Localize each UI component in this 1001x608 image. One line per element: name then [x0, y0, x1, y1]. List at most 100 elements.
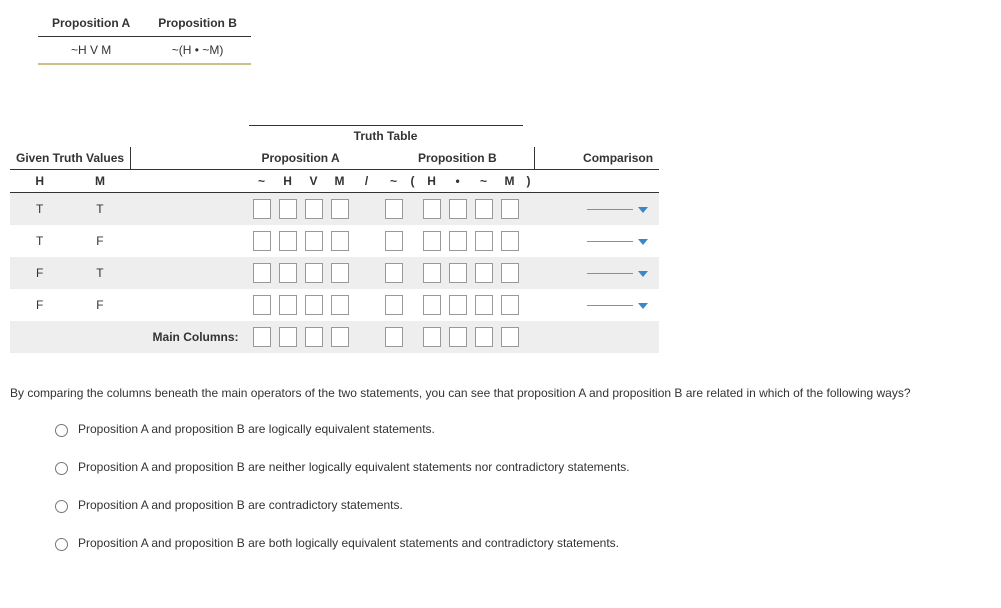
main-input[interactable] [475, 327, 493, 347]
truth-input[interactable] [423, 199, 441, 219]
option-row: Proposition A and proposition B are both… [50, 535, 991, 551]
truth-input[interactable] [279, 231, 297, 251]
option-label: Proposition A and proposition B are cont… [78, 498, 403, 512]
propB-sym-6: ) [523, 170, 535, 193]
propB-sym-5: M [497, 170, 523, 193]
given-header: Given Truth Values [10, 147, 131, 170]
truth-input[interactable] [279, 295, 297, 315]
truth-table-title: Truth Table [249, 126, 523, 148]
truth-input[interactable] [423, 231, 441, 251]
given-h: F [10, 257, 69, 289]
truth-input[interactable] [305, 231, 323, 251]
truth-input[interactable] [475, 263, 493, 283]
table-row: F F [10, 289, 659, 321]
truth-input[interactable] [385, 199, 403, 219]
main-input[interactable] [331, 327, 349, 347]
chevron-down-icon[interactable] [637, 298, 649, 312]
main-input[interactable] [423, 327, 441, 347]
comparison-slot [587, 273, 633, 274]
truth-input[interactable] [279, 199, 297, 219]
main-columns-label: Main Columns: [10, 321, 249, 353]
chevron-down-icon[interactable] [637, 266, 649, 280]
truth-input[interactable] [331, 199, 349, 219]
given-m: T [69, 193, 130, 226]
truth-input[interactable] [501, 199, 519, 219]
given-h: F [10, 289, 69, 321]
truth-input[interactable] [305, 295, 323, 315]
chevron-down-icon[interactable] [637, 202, 649, 216]
truth-input[interactable] [449, 199, 467, 219]
prop-b-header: Proposition B [144, 10, 251, 37]
option-row: Proposition A and proposition B are logi… [50, 421, 991, 437]
option-row: Proposition A and proposition B are cont… [50, 497, 991, 513]
option-radio[interactable] [55, 538, 68, 551]
truth-input[interactable] [385, 295, 403, 315]
truth-input[interactable] [475, 199, 493, 219]
prop-b-column-header: Proposition B [381, 147, 535, 170]
truth-input[interactable] [305, 199, 323, 219]
main-input[interactable] [449, 327, 467, 347]
truth-input[interactable] [449, 295, 467, 315]
truth-input[interactable] [253, 231, 271, 251]
propB-sym-0: ~ [381, 170, 407, 193]
given-m: F [69, 225, 130, 257]
truth-input[interactable] [423, 263, 441, 283]
prop-a-column-header: Proposition A [249, 147, 353, 170]
given-col-h: H [10, 170, 69, 193]
truth-input[interactable] [253, 263, 271, 283]
truth-input[interactable] [279, 263, 297, 283]
given-col-m: M [69, 170, 130, 193]
truth-input[interactable] [449, 263, 467, 283]
prop-a-header: Proposition A [38, 10, 144, 37]
truth-input[interactable] [385, 263, 403, 283]
truth-input[interactable] [501, 231, 519, 251]
propA-sym-0: ~ [249, 170, 275, 193]
truth-input[interactable] [305, 263, 323, 283]
propositions-table: Proposition A Proposition B ~H V M ~(H •… [38, 10, 251, 65]
option-label: Proposition A and proposition B are both… [78, 536, 619, 550]
truth-input[interactable] [423, 295, 441, 315]
main-input[interactable] [501, 327, 519, 347]
truth-table: Truth Table Given Truth Values Propositi… [10, 125, 659, 353]
truth-input[interactable] [475, 231, 493, 251]
divider: / [353, 170, 381, 193]
propA-sym-1: H [275, 170, 301, 193]
propB-sym-4: ~ [471, 170, 497, 193]
prop-a-value: ~H V M [38, 37, 144, 65]
given-h: T [10, 225, 69, 257]
main-input[interactable] [385, 327, 403, 347]
truth-input[interactable] [331, 295, 349, 315]
given-m: T [69, 257, 130, 289]
truth-input[interactable] [253, 295, 271, 315]
prop-b-value: ~(H • ~M) [144, 37, 251, 65]
option-label: Proposition A and proposition B are neit… [78, 460, 630, 474]
truth-input[interactable] [501, 263, 519, 283]
table-row: F T [10, 257, 659, 289]
chevron-down-icon[interactable] [637, 234, 649, 248]
main-input[interactable] [253, 327, 271, 347]
option-row: Proposition A and proposition B are neit… [50, 459, 991, 475]
main-columns-row: Main Columns: [10, 321, 659, 353]
truth-input[interactable] [501, 295, 519, 315]
truth-input[interactable] [475, 295, 493, 315]
given-m: F [69, 289, 130, 321]
comparison-header: Comparison [577, 147, 659, 170]
truth-input[interactable] [385, 231, 403, 251]
table-row: T T [10, 193, 659, 226]
comparison-slot [587, 305, 633, 306]
propB-sym-3: • [445, 170, 471, 193]
main-input[interactable] [279, 327, 297, 347]
truth-input[interactable] [331, 231, 349, 251]
option-radio[interactable] [55, 424, 68, 437]
question-text: By comparing the columns beneath the mai… [10, 383, 991, 403]
truth-input[interactable] [253, 199, 271, 219]
answer-options: Proposition A and proposition B are logi… [50, 421, 991, 551]
option-radio[interactable] [55, 500, 68, 513]
truth-input[interactable] [449, 231, 467, 251]
given-h: T [10, 193, 69, 226]
option-label: Proposition A and proposition B are logi… [78, 422, 435, 436]
truth-input[interactable] [331, 263, 349, 283]
comparison-slot [587, 209, 633, 210]
option-radio[interactable] [55, 462, 68, 475]
main-input[interactable] [305, 327, 323, 347]
